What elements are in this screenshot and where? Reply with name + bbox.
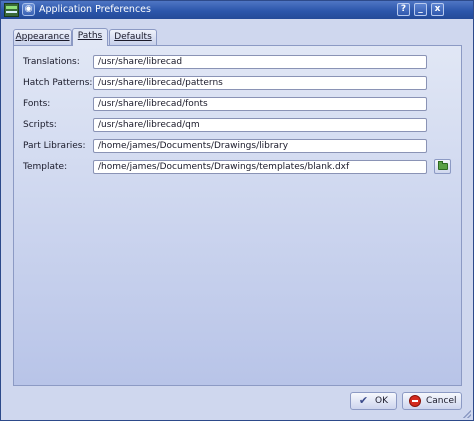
cancel-icon — [409, 395, 421, 407]
title-bar[interactable]: ◉ Application Preferences ? _ x — [1, 1, 473, 19]
template-label: Template: — [23, 162, 68, 172]
pin-icon[interactable]: ◉ — [22, 3, 35, 16]
tab-appearance[interactable]: Appearance — [13, 29, 72, 45]
part-libraries-field[interactable]: /home/james/Documents/Drawings/library — [93, 139, 427, 153]
tab-label: Appearance — [15, 32, 70, 42]
ok-label: OK — [375, 396, 388, 406]
translations-label: Translations: — [23, 57, 80, 67]
tab-defaults[interactable]: Defaults — [109, 29, 157, 45]
browse-template-button[interactable] — [434, 159, 451, 174]
librecad-app-icon[interactable] — [4, 3, 19, 17]
preferences-dialog: ◉ Application Preferences ? _ x Appearan… — [0, 0, 474, 421]
scripts-label: Scripts: — [23, 120, 57, 130]
resize-grip[interactable] — [463, 410, 471, 418]
help-button[interactable]: ? — [397, 3, 410, 16]
tab-paths[interactable]: Paths — [72, 28, 108, 46]
template-field[interactable]: /home/james/Documents/Drawings/templates… — [93, 160, 427, 174]
translations-field[interactable]: /usr/share/librecad — [93, 55, 427, 69]
close-button[interactable]: x — [431, 3, 444, 16]
ok-button[interactable]: ✔ OK — [350, 392, 397, 410]
hatch-patterns-label: Hatch Patterns: — [23, 78, 93, 88]
folder-open-icon — [438, 161, 448, 170]
fonts-label: Fonts: — [23, 99, 51, 109]
scripts-field[interactable]: /usr/share/librecad/qm — [93, 118, 427, 132]
tab-label: Paths — [77, 31, 103, 41]
fonts-field[interactable]: /usr/share/librecad/fonts — [93, 97, 427, 111]
cancel-button[interactable]: Cancel — [402, 392, 462, 410]
hatch-patterns-field[interactable]: /usr/share/librecad/patterns — [93, 76, 427, 90]
minimize-button[interactable]: _ — [414, 3, 427, 16]
window-title: Application Preferences — [39, 4, 151, 15]
checkmark-icon: ✔ — [358, 394, 369, 407]
part-libraries-label: Part Libraries: — [23, 141, 86, 151]
tab-label: Defaults — [114, 32, 152, 42]
cancel-label: Cancel — [426, 396, 457, 406]
